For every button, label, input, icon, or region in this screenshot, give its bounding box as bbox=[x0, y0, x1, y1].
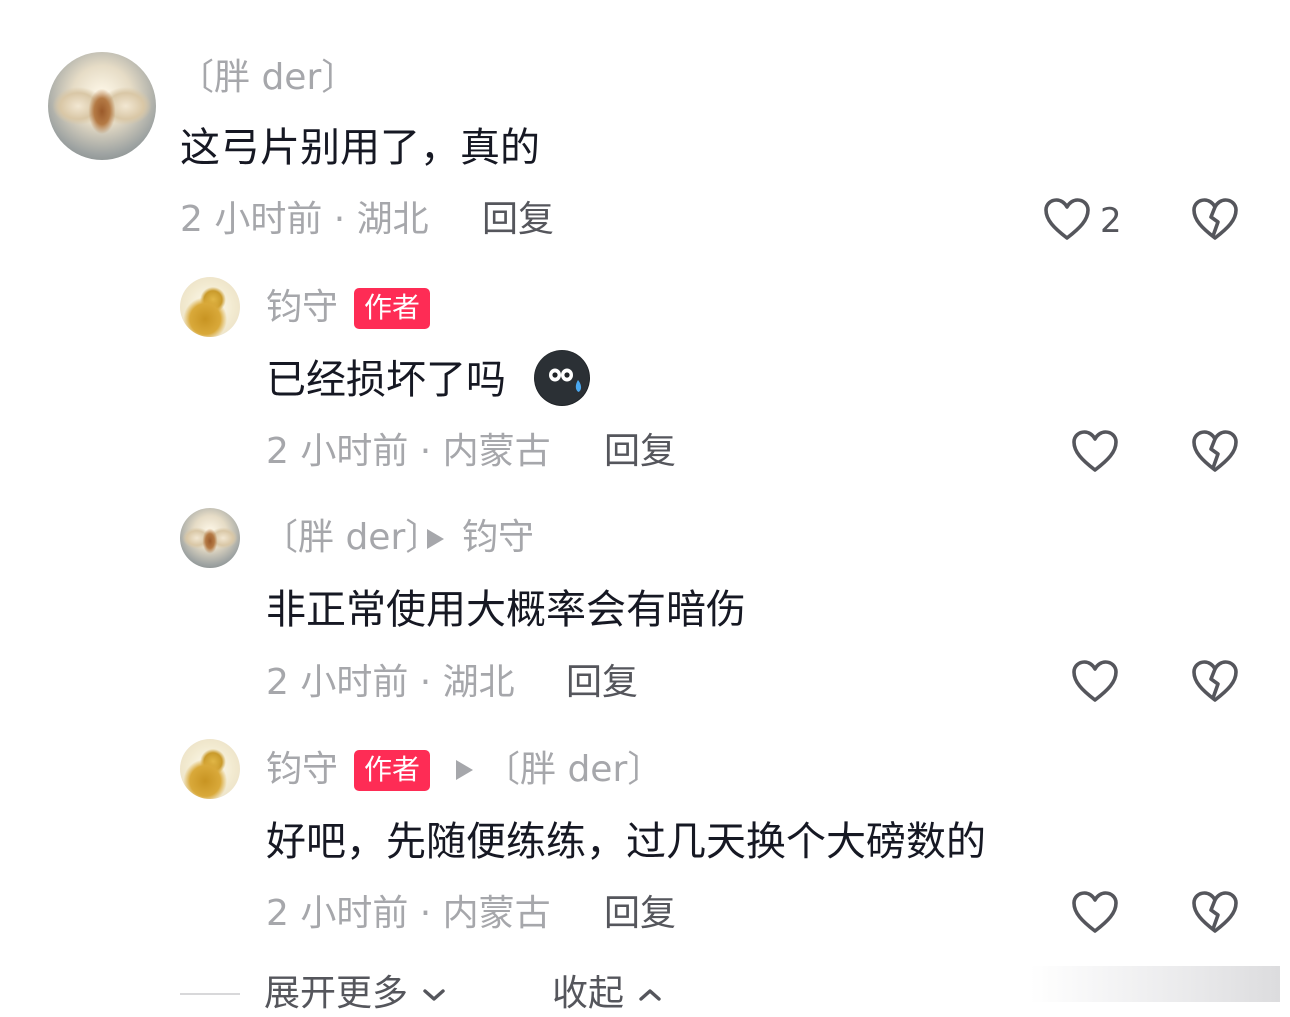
author-badge: 作者 bbox=[354, 750, 431, 791]
heart-outline-icon[interactable] bbox=[1070, 658, 1120, 704]
avatar[interactable] bbox=[48, 52, 156, 160]
reply-target-username[interactable]: 〔胖 der〕 bbox=[484, 752, 663, 788]
sweat-face-emoji bbox=[534, 350, 590, 406]
reply-button[interactable]: 回复 bbox=[604, 896, 676, 932]
comment-text: 非正常使用大概率会有暗伤 bbox=[266, 587, 746, 633]
expand-more-button[interactable]: 展开更多 bbox=[264, 976, 447, 1012]
chevron-up-icon bbox=[639, 989, 662, 1001]
thread-divider bbox=[180, 993, 240, 995]
comment-text: 好吧，先随便练练，过几天换个大磅数的 bbox=[266, 819, 986, 865]
scroll-indicator bbox=[1030, 966, 1280, 1002]
reply-button[interactable]: 回复 bbox=[566, 665, 638, 701]
chevron-down-icon bbox=[423, 989, 446, 1001]
comment-username[interactable]: 〔胖 der〕 bbox=[178, 60, 357, 96]
comment-text: 已经损坏了吗 bbox=[266, 357, 506, 403]
collapse-button[interactable]: 收起 bbox=[552, 976, 663, 1012]
avatar[interactable] bbox=[180, 277, 240, 337]
comment-username[interactable]: 钧守 bbox=[266, 752, 338, 788]
comment-item: 〔胖 der〕 这弓片别用了，真的 2 小时前 · 湖北 回复 2 bbox=[0, 0, 1290, 260]
heart-outline-icon[interactable] bbox=[1070, 889, 1120, 935]
collapse-label: 收起 bbox=[552, 973, 625, 1014]
heart-outline-icon[interactable] bbox=[1042, 196, 1092, 242]
broken-heart-icon[interactable] bbox=[1190, 196, 1240, 242]
comment-meta: 2 小时前 · 湖北 bbox=[266, 662, 515, 703]
heart-outline-icon[interactable] bbox=[1070, 428, 1120, 474]
comment-meta: 2 小时前 · 湖北 bbox=[180, 199, 429, 240]
avatar[interactable] bbox=[180, 739, 240, 799]
reply-target-username[interactable]: 钧守 bbox=[462, 520, 534, 556]
comment-meta: 2 小时前 · 内蒙古 bbox=[266, 893, 551, 934]
expand-more-label: 展开更多 bbox=[264, 973, 409, 1014]
like-count: 2 bbox=[1100, 201, 1122, 241]
author-badge: 作者 bbox=[354, 288, 431, 329]
broken-heart-icon[interactable] bbox=[1190, 428, 1240, 474]
reply-button[interactable]: 回复 bbox=[482, 202, 554, 238]
comment-username[interactable]: 钧守 bbox=[266, 290, 338, 326]
reply-button[interactable]: 回复 bbox=[604, 434, 676, 470]
broken-heart-icon[interactable] bbox=[1190, 658, 1240, 704]
broken-heart-icon[interactable] bbox=[1190, 889, 1240, 935]
comment-meta: 2 小时前 · 内蒙古 bbox=[266, 431, 551, 472]
reply-arrow-icon bbox=[456, 760, 473, 780]
avatar[interactable] bbox=[180, 508, 240, 568]
comment-username[interactable]: 〔胖 der〕 bbox=[262, 520, 441, 556]
comment-text: 这弓片别用了，真的 bbox=[180, 125, 540, 171]
